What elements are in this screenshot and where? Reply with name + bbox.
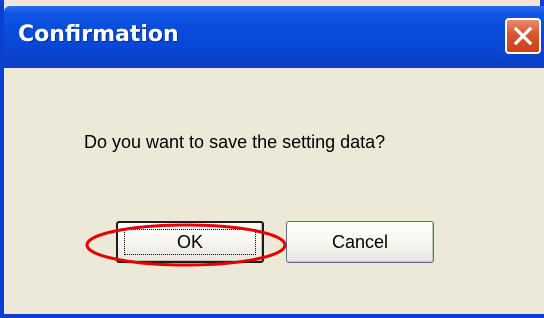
dialog-message: Do you want to save the setting data? <box>84 132 386 152</box>
cancel-button-label: Cancel <box>331 231 389 252</box>
cancel-button[interactable]: Cancel <box>286 221 434 263</box>
ok-button[interactable]: OK <box>116 221 264 263</box>
title-bar[interactable]: Confirmation <box>4 6 544 68</box>
focus-rectangle <box>124 229 256 255</box>
close-button[interactable] <box>505 18 541 54</box>
window-title: Confirmation <box>18 22 179 47</box>
close-icon <box>513 26 533 46</box>
confirmation-dialog: Confirmation Do you want to save the set… <box>0 0 544 318</box>
dialog-body: Do you want to save the setting data? OK… <box>8 68 544 314</box>
